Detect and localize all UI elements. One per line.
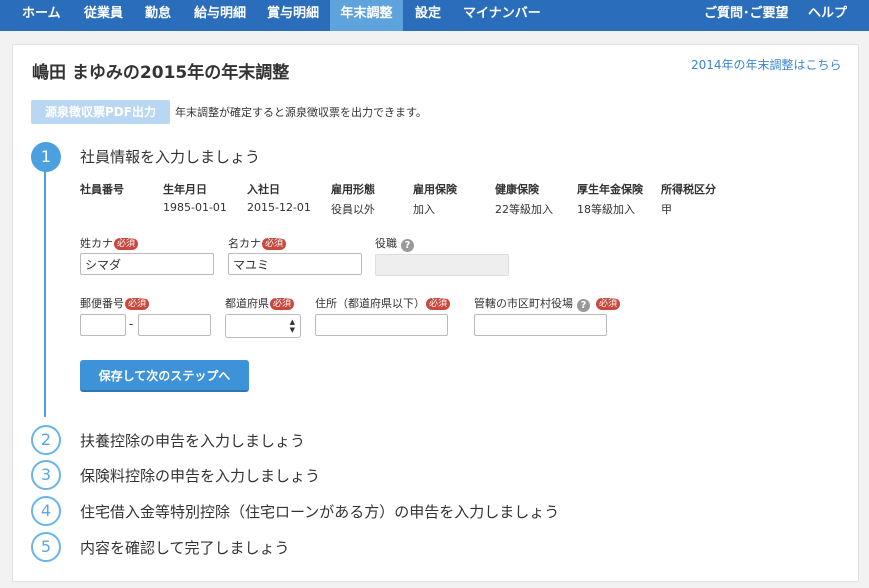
th-health-insurance: 健康保険 (495, 183, 539, 196)
position-input (375, 254, 509, 276)
first-kana-label-text: 名カナ (228, 237, 261, 250)
last-kana-label-text: 姓カナ (80, 237, 113, 250)
th-employment-insurance: 雇用保険 (413, 183, 457, 196)
municipality-label: 管轄の市区町村役場? 必須 (474, 295, 621, 312)
step-5-title[interactable]: 内容を確認して完了しましょう (80, 537, 290, 558)
address-label-text: 住所（都道府県以下） (315, 297, 425, 310)
step-3-title[interactable]: 保険料控除の申告を入力しましょう (80, 465, 320, 486)
th-tax-category: 所得税区分 (661, 183, 716, 196)
question-circle-icon[interactable]: ? (577, 299, 590, 312)
step-progress-line (44, 169, 46, 417)
nav-settings[interactable]: 設定 (415, 0, 441, 31)
first-kana-label: 名カナ 必須 (228, 235, 287, 251)
th-pension-insurance: 厚生年金保険 (577, 183, 643, 196)
nav-year-end-adjustment[interactable]: 年末調整 (330, 0, 403, 31)
nav-payslip[interactable]: 給与明細 (194, 0, 246, 31)
prefecture-select[interactable]: ▲ ▼ (225, 314, 301, 338)
municipality-label-text: 管轄の市区町村役場 (474, 297, 573, 310)
td-pension-insurance: 18等級加入 (577, 203, 635, 216)
prev-year-link[interactable]: 2014年の年末調整はこちら (691, 56, 842, 73)
required-badge: 必須 (426, 298, 451, 310)
page-title: 嶋田 まゆみの2015年の年末調整 (32, 63, 290, 83)
postal-code-separator: - (129, 317, 134, 331)
prefecture-label: 都道府県 必須 (225, 295, 295, 311)
required-badge: 必須 (596, 298, 621, 310)
step-4-circle[interactable]: 4 (31, 496, 61, 526)
address-label: 住所（都道府県以下） 必須 (315, 295, 451, 311)
last-kana-label: 姓カナ 必須 (80, 235, 139, 251)
pdf-output-button[interactable]: 源泉徴収票PDF出力 (31, 100, 170, 124)
postal-code-label-text: 郵便番号 (80, 297, 124, 310)
main-card: 嶋田 まゆみの2015年の年末調整 2014年の年末調整はこちら 源泉徴収票PD… (12, 44, 859, 582)
position-label: 役職? (375, 235, 414, 252)
postal-code-input-1[interactable] (80, 314, 126, 336)
first-kana-input[interactable]: マユミ (228, 253, 362, 275)
nav-bonus-slip[interactable]: 賞与明細 (267, 0, 319, 31)
nav-home[interactable]: ホーム (22, 0, 61, 31)
step-1-circle: 1 (31, 142, 61, 172)
td-tax-category: 甲 (661, 203, 672, 216)
top-nav: ホーム 従業員 勤怠 給与明細 賞与明細 年末調整 設定 マイナンバー ご質問･… (0, 0, 869, 31)
postal-code-input-2[interactable] (138, 314, 211, 336)
position-label-text: 役職 (375, 237, 397, 250)
required-badge: 必須 (125, 298, 150, 310)
question-circle-icon[interactable]: ? (401, 239, 414, 252)
required-badge: 必須 (114, 238, 139, 250)
th-employment-type: 雇用形態 (331, 183, 375, 196)
updown-chevron-icon: ▲ ▼ (289, 318, 295, 334)
th-employee-no: 社員番号 (80, 183, 124, 196)
pdf-note: 年末調整が確定すると源泉徴収票を出力できます。 (175, 106, 427, 119)
th-hire-date: 入社日 (247, 183, 280, 196)
nav-my-number[interactable]: マイナンバー (463, 0, 541, 31)
step-1-title: 社員情報を入力しましょう (80, 148, 261, 166)
last-kana-input[interactable]: シマダ (80, 253, 214, 275)
td-employment-insurance: 加入 (413, 203, 435, 216)
nav-attendance[interactable]: 勤怠 (145, 0, 171, 31)
td-employment-type: 役員以外 (331, 203, 375, 216)
th-birthdate: 生年月日 (163, 183, 207, 196)
save-next-step-button[interactable]: 保存して次のステップへ (80, 360, 249, 392)
td-health-insurance: 22等級加入 (495, 203, 553, 216)
address-input[interactable] (315, 314, 448, 336)
td-hire-date: 2015-12-01 (247, 201, 311, 214)
nav-help[interactable]: ヘルプ (808, 0, 847, 31)
nav-employees[interactable]: 従業員 (84, 0, 123, 31)
postal-code-label: 郵便番号 必須 (80, 295, 150, 311)
required-badge: 必須 (270, 298, 295, 310)
step-4-title[interactable]: 住宅借入金等特別控除（住宅ローンがある方）の申告を入力しましょう (80, 501, 559, 522)
td-birthdate: 1985-01-01 (163, 201, 227, 214)
step-2-circle[interactable]: 2 (31, 425, 61, 455)
step-5-circle[interactable]: 5 (31, 532, 61, 562)
nav-feedback[interactable]: ご質問･ご要望 (704, 0, 789, 31)
required-badge: 必須 (262, 238, 287, 250)
step-3-circle[interactable]: 3 (31, 460, 61, 490)
step-2-title[interactable]: 扶養控除の申告を入力しましょう (80, 430, 305, 451)
prefecture-label-text: 都道府県 (225, 297, 269, 310)
municipality-input[interactable] (474, 314, 607, 336)
